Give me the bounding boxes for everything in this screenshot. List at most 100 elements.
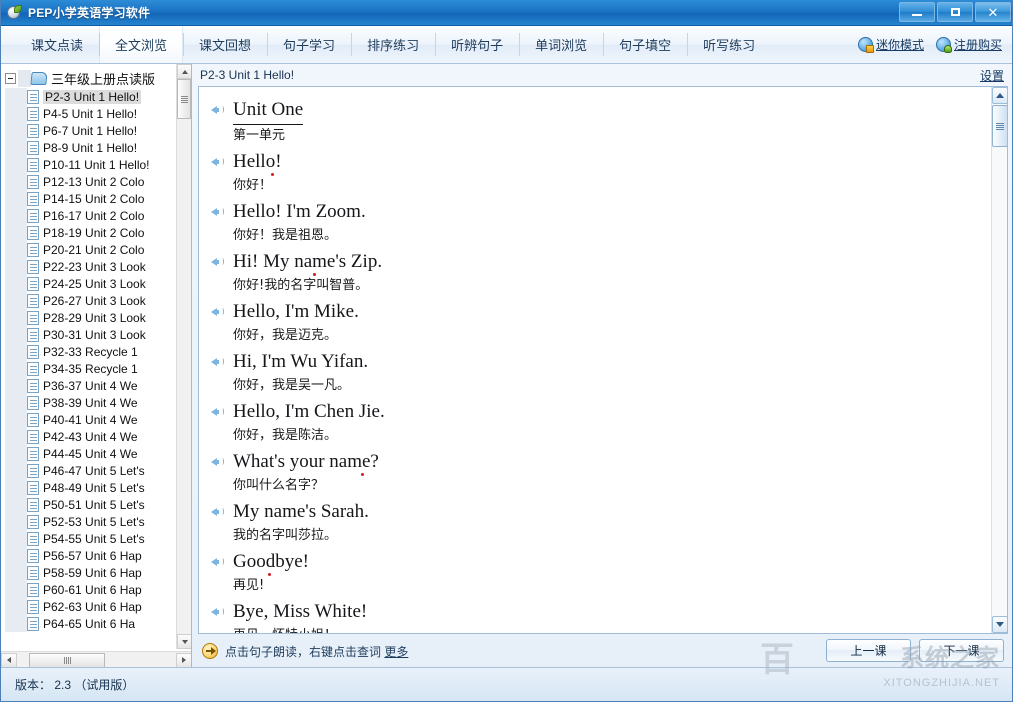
sentence-english[interactable]: Unit One bbox=[211, 97, 987, 125]
tree-item[interactable]: P32-33 Recycle 1 bbox=[1, 343, 177, 360]
tab-tingbian-juzi[interactable]: 听辨句子 bbox=[435, 26, 519, 63]
tree-item[interactable]: P16-17 Unit 2 Colo bbox=[1, 207, 177, 224]
settings-link[interactable]: 设置 bbox=[980, 67, 1004, 84]
tab-tingxie-lianxi[interactable]: 听写练习 bbox=[687, 26, 771, 63]
tree-item[interactable]: P6-7 Unit 1 Hello! bbox=[1, 122, 177, 139]
tree-item[interactable]: P22-23 Unit 3 Look bbox=[1, 258, 177, 275]
tree-item[interactable]: P28-29 Unit 3 Look bbox=[1, 309, 177, 326]
sentence-chinese[interactable]: 你好，我是迈克。 bbox=[233, 325, 987, 347]
tree-scroll-up-button[interactable] bbox=[177, 64, 192, 79]
tab-kewen-diandu[interactable]: 课文点读 bbox=[15, 26, 99, 63]
tree-item[interactable]: P4-5 Unit 1 Hello! bbox=[1, 105, 177, 122]
tree-item[interactable]: P64-65 Unit 6 Ha bbox=[1, 615, 177, 632]
tree-expander-icon[interactable] bbox=[5, 73, 16, 84]
tree-item[interactable]: P60-61 Unit 6 Hap bbox=[1, 581, 177, 598]
reader-scroll-up-button[interactable] bbox=[992, 87, 1008, 104]
sentence-chinese[interactable]: 你好！我是祖恩。 bbox=[233, 225, 987, 247]
reader-vertical-scrollbar[interactable] bbox=[991, 87, 1007, 633]
sentence-english[interactable]: Hello! I'm Zoom. bbox=[211, 199, 987, 225]
tree-item[interactable]: P18-19 Unit 2 Colo bbox=[1, 224, 177, 241]
sentence-english[interactable]: Hello! bbox=[211, 149, 987, 175]
register-purchase-link[interactable]: 注册购买 bbox=[936, 36, 1002, 53]
sentence-chinese[interactable]: 你好!我的名字叫智普。 bbox=[233, 275, 987, 297]
tree-item[interactable]: P44-45 Unit 4 We bbox=[1, 445, 177, 462]
tree-item[interactable]: P24-25 Unit 3 Look bbox=[1, 275, 177, 292]
tree-item[interactable]: P52-53 Unit 5 Let's bbox=[1, 513, 177, 530]
tab-juzi-xuexi[interactable]: 句子学习 bbox=[267, 26, 351, 63]
sentence-chinese[interactable]: 我的名字叫莎拉。 bbox=[233, 525, 987, 547]
sentence-english[interactable]: Hello, I'm Chen Jie. bbox=[211, 399, 987, 425]
sentence-english[interactable]: What's your name? bbox=[211, 449, 987, 475]
tree-item[interactable]: P54-55 Unit 5 Let's bbox=[1, 530, 177, 547]
reader-scroll-down-button[interactable] bbox=[992, 616, 1008, 633]
speaker-icon[interactable] bbox=[211, 305, 225, 319]
tree-item[interactable]: P38-39 Unit 4 We bbox=[1, 394, 177, 411]
sentence-chinese[interactable]: 再见! bbox=[233, 575, 987, 597]
tree-item[interactable]: P26-27 Unit 3 Look bbox=[1, 292, 177, 309]
tree-item[interactable]: P46-47 Unit 5 Let's bbox=[1, 462, 177, 479]
tree-item[interactable]: P56-57 Unit 6 Hap bbox=[1, 547, 177, 564]
sentence-english[interactable]: Bye, Miss White! bbox=[211, 599, 987, 625]
reader-scroll-thumb[interactable] bbox=[992, 105, 1008, 147]
tree-item[interactable]: P14-15 Unit 2 Colo bbox=[1, 190, 177, 207]
minimize-button[interactable] bbox=[899, 2, 935, 22]
tree-root-node[interactable]: 三年级上册点读版 bbox=[1, 68, 177, 88]
tab-kewen-huixiang[interactable]: 课文回想 bbox=[183, 26, 267, 63]
tree-item[interactable]: P40-41 Unit 4 We bbox=[1, 411, 177, 428]
prev-lesson-button[interactable]: 上一课 bbox=[826, 639, 911, 662]
tree-item[interactable]: P12-13 Unit 2 Colo bbox=[1, 173, 177, 190]
speaker-icon[interactable] bbox=[211, 405, 225, 419]
speaker-icon[interactable] bbox=[211, 455, 225, 469]
maximize-button[interactable] bbox=[937, 2, 973, 22]
speaker-icon[interactable] bbox=[211, 355, 225, 369]
mini-mode-link[interactable]: 迷你模式 bbox=[858, 36, 924, 53]
sentence-english[interactable]: Hello, I'm Mike. bbox=[211, 299, 987, 325]
tree-item[interactable]: P58-59 Unit 6 Hap bbox=[1, 564, 177, 581]
sentence-chinese[interactable]: 你好，我是吴一凡。 bbox=[233, 375, 987, 397]
sentence-english[interactable]: Hi! My name's Zip. bbox=[211, 249, 987, 275]
tab-danci-liulan[interactable]: 单词浏览 bbox=[519, 26, 603, 63]
speaker-icon[interactable] bbox=[211, 205, 225, 219]
sentence-english[interactable]: Goodbye! bbox=[211, 549, 987, 575]
sentence-chinese[interactable]: 你好，我是陈洁。 bbox=[233, 425, 987, 447]
tree-item[interactable]: P42-43 Unit 4 We bbox=[1, 428, 177, 445]
sentence-chinese[interactable]: 再见，怀特小姐！ bbox=[233, 625, 987, 633]
tree-scroll-down-button[interactable] bbox=[177, 634, 192, 649]
sentence-english[interactable]: Hi, I'm Wu Yifan. bbox=[211, 349, 987, 375]
tree-scroll-left-button[interactable] bbox=[1, 653, 17, 668]
speaker-icon[interactable] bbox=[211, 555, 225, 569]
hint-more-link[interactable]: 更多 bbox=[384, 645, 408, 659]
speaker-icon[interactable] bbox=[211, 155, 225, 169]
tree-item[interactable]: P50-51 Unit 5 Let's bbox=[1, 496, 177, 513]
sentence-chinese[interactable]: 第一单元 bbox=[233, 125, 987, 147]
tree-item[interactable]: P30-31 Unit 3 Look bbox=[1, 326, 177, 343]
tree-scroll-thumb[interactable] bbox=[177, 79, 191, 119]
sentence-chinese[interactable]: 你叫什么名字？ bbox=[233, 475, 987, 497]
tree-item[interactable]: P36-37 Unit 4 We bbox=[1, 377, 177, 394]
tree-item[interactable]: P10-11 Unit 1 Hello! bbox=[1, 156, 177, 173]
tree-horizontal-scrollbar[interactable] bbox=[1, 651, 192, 668]
sentence-english[interactable]: My name's Sarah. bbox=[211, 499, 987, 525]
speaker-icon[interactable] bbox=[211, 605, 225, 619]
reader-text-area[interactable]: Unit One第一单元Hello!你好！Hello! I'm Zoom.你好！… bbox=[199, 87, 991, 633]
speaker-icon[interactable] bbox=[211, 103, 225, 117]
sentence-chinese[interactable]: 你好！ bbox=[233, 175, 987, 197]
tree-item[interactable]: P48-49 Unit 5 Let's bbox=[1, 479, 177, 496]
speaker-icon[interactable] bbox=[211, 505, 225, 519]
tree-item[interactable]: P34-35 Recycle 1 bbox=[1, 360, 177, 377]
close-button[interactable]: ✕ bbox=[975, 2, 1011, 22]
tree-item[interactable]: P2-3 Unit 1 Hello! bbox=[1, 88, 177, 105]
tree-item[interactable]: P8-9 Unit 1 Hello! bbox=[1, 139, 177, 156]
tab-paixu-lianxi[interactable]: 排序练习 bbox=[351, 26, 435, 63]
tree-item[interactable]: P20-21 Unit 2 Colo bbox=[1, 241, 177, 258]
tab-quanwen-liulan[interactable]: 全文浏览 bbox=[99, 26, 183, 63]
tree-vertical-scrollbar[interactable] bbox=[176, 64, 191, 649]
tree-item-label: P42-43 Unit 4 We bbox=[43, 430, 138, 444]
tree-connector bbox=[5, 377, 27, 394]
tree-hscroll-thumb[interactable] bbox=[29, 653, 105, 668]
tree-scroll-right-button[interactable] bbox=[176, 653, 192, 668]
tree-item[interactable]: P62-63 Unit 6 Hap bbox=[1, 598, 177, 615]
tab-juzi-tiankong[interactable]: 句子填空 bbox=[603, 26, 687, 63]
speaker-icon[interactable] bbox=[211, 255, 225, 269]
next-lesson-button[interactable]: 下一课 bbox=[919, 639, 1004, 662]
